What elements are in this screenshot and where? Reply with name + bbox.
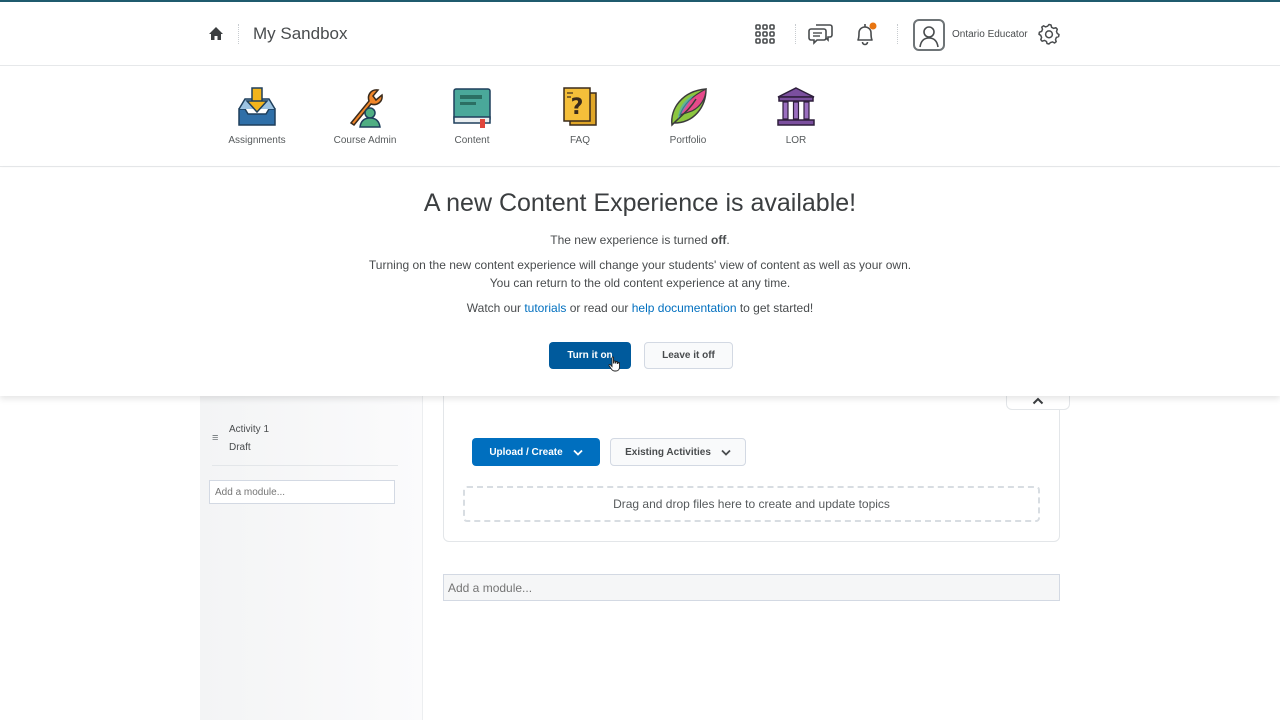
portfolio-icon bbox=[671, 88, 707, 127]
nav-label: Course Admin bbox=[333, 135, 397, 146]
sidebar-divider bbox=[422, 396, 423, 720]
banner-title: A new Content Experience is available! bbox=[423, 189, 857, 217]
nav-label: Assignments bbox=[228, 135, 286, 146]
nav-item-assignments[interactable]: Assignments bbox=[207, 85, 307, 146]
course-admin-icon bbox=[349, 89, 383, 128]
add-module-input[interactable] bbox=[443, 574, 1060, 601]
banner-info-line-1: Turning on the new content experience wi… bbox=[368, 258, 912, 272]
nav-label: FAQ bbox=[569, 135, 590, 146]
existing-activities-button[interactable]: Existing Activities bbox=[610, 438, 746, 466]
help-documentation-link[interactable]: help documentation bbox=[632, 301, 737, 315]
chevron-down-icon bbox=[573, 449, 583, 456]
user-name[interactable]: Ontario Educator bbox=[952, 29, 1028, 40]
sidebar-add-module-input[interactable] bbox=[209, 480, 395, 504]
settings-gear-icon[interactable] bbox=[1035, 20, 1063, 48]
status-suffix: . bbox=[726, 233, 730, 247]
nav-item-content[interactable]: Content bbox=[422, 85, 522, 146]
new-content-experience-banner: A new Content Experience is available! T… bbox=[0, 168, 1280, 396]
nav-label: Content bbox=[454, 135, 490, 146]
course-navbar: Assignments Course Admin Content ? FAQ P… bbox=[0, 67, 1280, 167]
user-avatar-icon[interactable] bbox=[913, 19, 945, 51]
nav-item-faq[interactable]: ? FAQ bbox=[530, 85, 630, 146]
minibar-header: My Sandbox Ontario Educator bbox=[0, 2, 1280, 66]
banner-info-line-2: You can return to the old content experi… bbox=[489, 276, 791, 290]
banner-status-text: The new experience is turned off. bbox=[0, 233, 1280, 247]
chevron-up-icon bbox=[1032, 397, 1044, 404]
nav-label: LOR bbox=[785, 135, 807, 146]
tutorials-link[interactable]: tutorials bbox=[524, 301, 566, 315]
chevron-down-icon bbox=[721, 449, 731, 456]
file-dropzone[interactable]: Drag and drop files here to create and u… bbox=[463, 486, 1040, 522]
lor-icon bbox=[777, 87, 815, 126]
nav-item-portfolio[interactable]: Portfolio bbox=[638, 85, 738, 146]
message-alerts-icon[interactable] bbox=[807, 20, 835, 48]
header-divider bbox=[238, 24, 239, 44]
status-prefix: The new experience is turned bbox=[550, 233, 712, 247]
leave-it-off-button[interactable]: Leave it off bbox=[644, 342, 733, 369]
help-prefix: Watch our bbox=[466, 301, 525, 315]
content-icon bbox=[453, 88, 491, 128]
faq-icon: ? bbox=[563, 87, 597, 126]
hand-cursor-icon bbox=[608, 356, 620, 372]
header-divider bbox=[795, 24, 796, 44]
help-suffix: to get started! bbox=[736, 301, 814, 315]
assignments-icon bbox=[238, 87, 276, 126]
course-selector-grid-icon[interactable] bbox=[751, 20, 779, 48]
nav-item-course-admin[interactable]: Course Admin bbox=[315, 85, 415, 146]
home-icon[interactable] bbox=[206, 24, 226, 44]
upload-create-label: Upload / Create bbox=[489, 446, 563, 458]
banner-help-line: Watch our tutorials or read our help doc… bbox=[0, 301, 1280, 315]
svg-text:?: ? bbox=[571, 95, 584, 120]
course-title[interactable]: My Sandbox bbox=[253, 24, 348, 44]
module-list-item[interactable]: ≡ Activity 1 Draft bbox=[212, 424, 398, 466]
upload-create-button[interactable]: Upload / Create bbox=[472, 438, 600, 466]
nav-label: Portfolio bbox=[669, 135, 707, 146]
nav-item-lor[interactable]: LOR bbox=[746, 85, 846, 146]
module-title: Activity 1 bbox=[229, 424, 270, 435]
module-status: Draft bbox=[229, 442, 251, 453]
status-value: off bbox=[711, 233, 727, 247]
drag-handle-icon[interactable]: ≡ bbox=[212, 432, 218, 444]
header-divider bbox=[897, 24, 898, 44]
help-middle: or read our bbox=[566, 301, 632, 315]
notifications-bell-icon[interactable] bbox=[851, 20, 879, 48]
existing-activities-label: Existing Activities bbox=[625, 446, 711, 458]
